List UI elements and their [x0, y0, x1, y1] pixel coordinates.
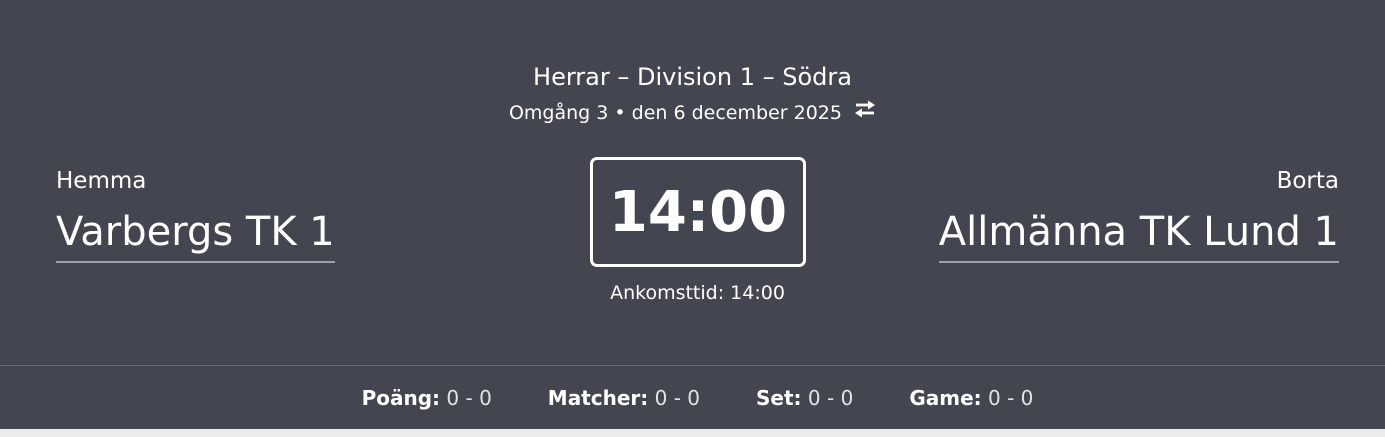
- stat-games: Game: 0 - 0: [909, 386, 1033, 410]
- round-date-text: Omgång 3 • den 6 december 2025: [508, 102, 842, 124]
- stat-label: Matcher:: [547, 385, 649, 410]
- away-team-link[interactable]: Allmänna TK Lund 1: [938, 205, 1339, 263]
- league-title: Herrar – Division 1 – Södra: [533, 63, 852, 91]
- start-time-box: 14:00: [590, 157, 806, 267]
- home-label: Hemma: [56, 168, 147, 194]
- stat-value: 0 - 0: [988, 385, 1034, 410]
- round-date-line: Omgång 3 • den 6 december 2025: [0, 99, 1385, 127]
- match-header: Herrar – Division 1 – Södra Omgång 3 • d…: [0, 0, 1385, 365]
- page-background-strip: [0, 429, 1385, 437]
- stat-points: Poäng: 0 - 0: [362, 386, 492, 410]
- arrival-time: Ankomsttid: 14:00: [610, 282, 785, 304]
- stat-matches: Matcher: 0 - 0: [548, 386, 700, 410]
- away-label: Borta: [1276, 168, 1339, 194]
- stat-sets: Set: 0 - 0: [756, 386, 853, 410]
- stat-value: 0 - 0: [807, 385, 854, 410]
- start-time: 14:00: [608, 179, 788, 245]
- stats-bar: Poäng: 0 - 0 Matcher: 0 - 0 Set: 0 - 0 G…: [0, 366, 1385, 429]
- stat-value: 0 - 0: [446, 385, 492, 410]
- stats-list: Poäng: 0 - 0 Matcher: 0 - 0 Set: 0 - 0 G…: [0, 366, 1385, 429]
- stat-label: Set:: [756, 385, 802, 410]
- swap-arrows-icon[interactable]: [854, 98, 876, 126]
- stat-label: Poäng:: [361, 385, 441, 410]
- stat-value: 0 - 0: [654, 385, 701, 410]
- stat-label: Game:: [909, 385, 982, 410]
- home-team-link[interactable]: Varbergs TK 1: [56, 205, 335, 263]
